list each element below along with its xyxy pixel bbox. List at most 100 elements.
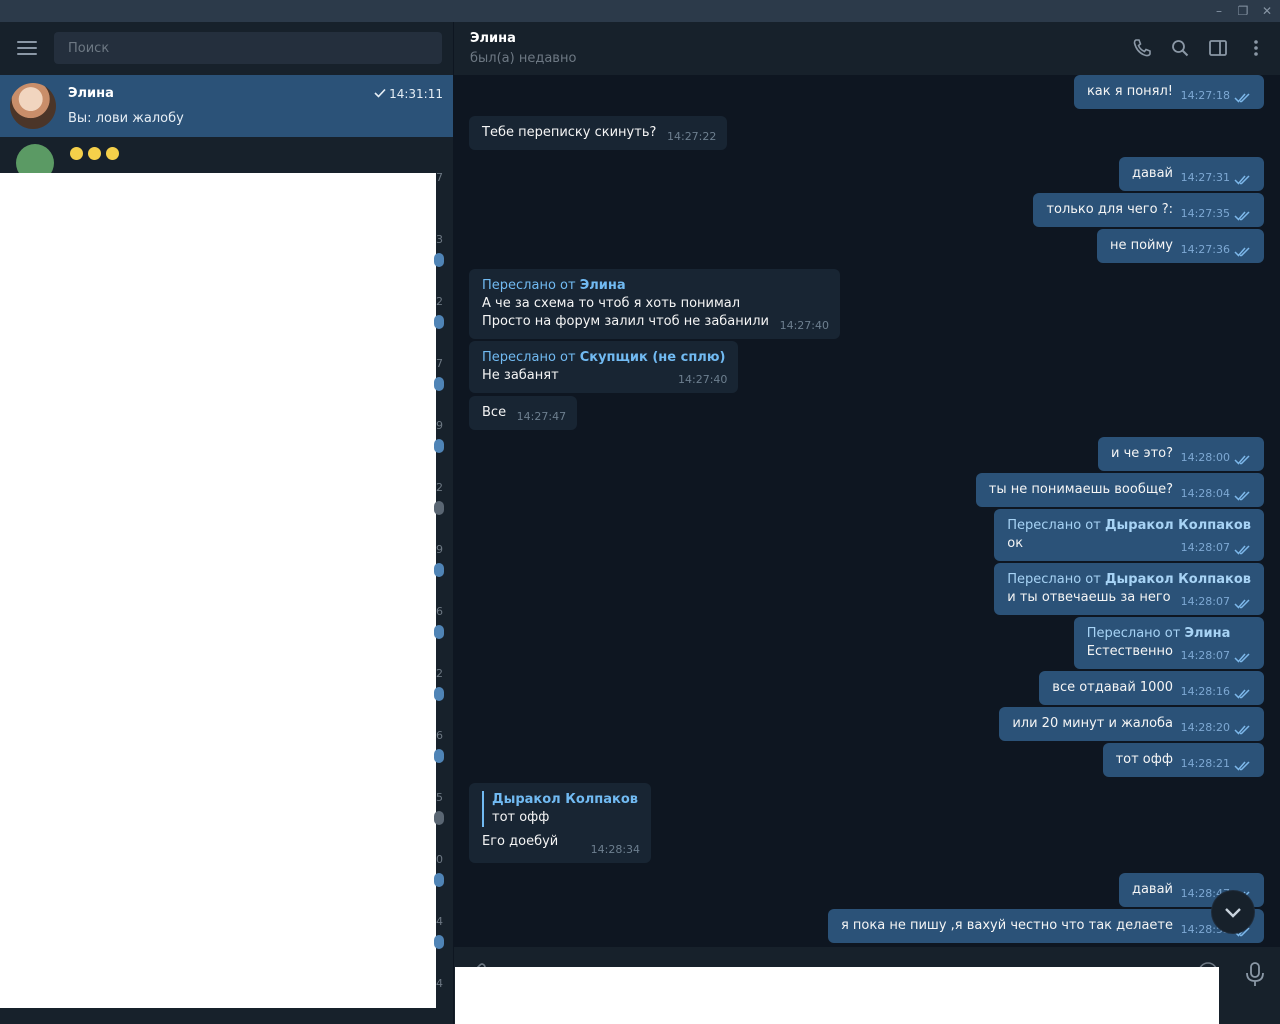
search-icon[interactable] [1170,38,1190,58]
message-time: 14:27:18 [1180,89,1230,102]
message-outgoing[interactable]: все отдавай 1000 14:28:16 [1039,671,1264,705]
read-checks-icon [1234,653,1250,663]
read-checks-icon [1234,545,1250,555]
search-input[interactable]: Поиск [54,32,442,64]
message-outgoing[interactable]: Переслано от Элина Естественно 14:28:07 [1073,617,1264,669]
chat-list-time-fragment: 2 [436,295,443,308]
message-outgoing[interactable]: Переслано от Дыракол Колпаков ок 14:28:07 [994,509,1264,561]
chat-list-panel: Поиск Элина Вы: лови жалобу 14:31:11 7 3 2… [0,22,453,1024]
message-time: 14:27:47 [516,410,567,423]
message-outgoing[interactable]: я пока не пишу ,я вахуй честно что так д… [827,909,1264,943]
chat-list-time-fragment: 4 [436,977,443,990]
chat-name: Элина [68,86,114,101]
close-icon[interactable]: ✕ [1256,1,1278,21]
message-time: 14:27:22 [666,130,717,143]
peer-name[interactable]: Элина [470,31,516,46]
message-incoming[interactable]: Дыракол Колпаков тот офф Его доебуй 14:28:3… [469,783,652,863]
message-time: 14:28:16 [1180,685,1230,698]
message-outgoing[interactable]: и че это? 14:28:00 [1098,437,1264,471]
message-time: 14:28:07 [1180,649,1230,662]
message-input[interactable] [455,967,1219,1024]
forwarded-prefix: Переслано от [1007,572,1105,587]
reply-quote[interactable]: Дыракол Колпаков тот офф [482,791,638,827]
unread-badge [434,563,444,577]
forwarded-from[interactable]: Дыракол Колпаков [1105,518,1251,533]
read-checks-icon [1234,689,1250,699]
chat-list-edge: 7 3 2 7 9 2 9 6 2 6 5 0 4 4 [434,151,453,990]
read-checks-icon [1234,247,1250,257]
more-vertical-icon[interactable] [1246,38,1266,58]
message-text-line: Просто на форум залил чтоб не забанили [482,314,769,329]
message-outgoing[interactable]: или 20 минут и жалоба 14:28:20 [999,707,1264,741]
read-checks-icon [1234,761,1250,771]
message-list[interactable]: как я понял! 14:27:18 Тебе переписку скину… [454,75,1280,947]
phone-icon[interactable] [1132,38,1152,58]
forwarded-from[interactable]: Элина [1184,626,1230,641]
restore-icon[interactable]: ❐ [1232,1,1254,21]
side-panel-icon[interactable] [1208,38,1228,58]
microphone-icon[interactable] [1244,961,1266,987]
message-composer [454,947,1280,1024]
message-outgoing[interactable]: Переслано от Дыракол Колпаков и ты отвеча… [994,563,1264,615]
message-incoming[interactable]: Переслано от Элина А че за схема то чтоб … [469,269,840,339]
forwarded-header: Переслано от Скупщик (не сплю) [482,349,725,367]
message-time: 14:28:20 [1180,721,1230,734]
forwarded-from[interactable]: Элина [580,278,626,293]
scroll-down-button[interactable] [1212,891,1254,933]
search-placeholder: Поиск [68,41,110,56]
chat-list-item-active[interactable]: Элина Вы: лови жалобу 14:31:11 [0,75,453,137]
message-time: 14:28:00 [1180,451,1230,464]
message-outgoing[interactable]: тот офф 14:28:21 [1102,743,1264,777]
message-outgoing[interactable]: только для чего ?: 14:27:35 [1033,193,1264,227]
chat-time-wrap: 14:31:11 [374,87,443,101]
chat-list-time-fragment: 3 [436,233,443,246]
read-checks-icon [1234,211,1250,221]
message-outgoing[interactable]: давай 14:27:31 [1118,157,1264,191]
read-checks-icon [1234,725,1250,735]
chat-list-time-fragment: 6 [436,729,443,742]
chat-list-time-fragment: 9 [436,419,443,432]
forwarded-from[interactable]: Скупщик (не сплю) [580,350,726,365]
message-outgoing[interactable]: не пойму 14:27:36 [1096,229,1264,263]
chat-list-item[interactable] [0,137,453,182]
unread-badge [434,315,444,329]
unread-badge [434,935,444,949]
message-time: 14:28:07 [1180,595,1230,608]
forwarded-prefix: Переслано от [482,278,580,293]
message-time: 14:28:04 [1180,487,1230,500]
hamburger-icon[interactable] [17,41,37,57]
message-incoming[interactable]: Все 14:27:47 [469,396,578,430]
telegram-window: – ❐ ✕ Поиск Элина Вы: лови жалобу 14:31:… [0,0,1280,1024]
chat-list-time-fragment: 2 [436,481,443,494]
forwarded-header: Переслано от Элина [1087,625,1251,643]
title-bar: – ❐ ✕ [0,0,1280,22]
unread-badge [434,687,444,701]
minimize-icon[interactable]: – [1208,1,1230,21]
message-text: А че за схема то чтоб я хоть понимал [482,296,741,311]
chat-list-time-fragment: 7 [436,357,443,370]
message-time: 14:27:40 [678,373,728,386]
chevron-down-icon [1225,908,1241,918]
sent-check-icon [374,88,386,98]
unread-badge [434,439,444,453]
chat-list-time-fragment: 5 [436,791,443,804]
forwarded-prefix: Переслано от [1086,626,1185,641]
unread-badge [434,811,444,825]
message-incoming[interactable]: Переслано от Скупщик (не сплю) Не забанят… [469,341,739,393]
chat-list-time-fragment: 9 [436,543,443,556]
read-checks-icon [1234,175,1250,185]
emoji-icon [88,147,101,160]
emoji-icon [106,147,119,160]
message-outgoing[interactable]: ты не понимаешь вообще? 14:28:04 [975,473,1264,507]
unread-badge [434,873,444,887]
message-outgoing[interactable]: как я понял! 14:27:18 [1073,75,1264,109]
forwarded-prefix: Переслано от [482,350,580,365]
peer-status: был(а) недавно [470,51,577,66]
chat-list-time-fragment: 4 [436,915,443,928]
message-incoming[interactable]: Тебе переписку скинуть? 14:27:22 [469,116,728,150]
unread-badge [434,625,444,639]
forwarded-from[interactable]: Дыракол Колпаков [1105,572,1251,587]
avatar [10,83,56,129]
emoji-icon [70,147,83,160]
chat-list-time-fragment: 0 [436,853,443,866]
